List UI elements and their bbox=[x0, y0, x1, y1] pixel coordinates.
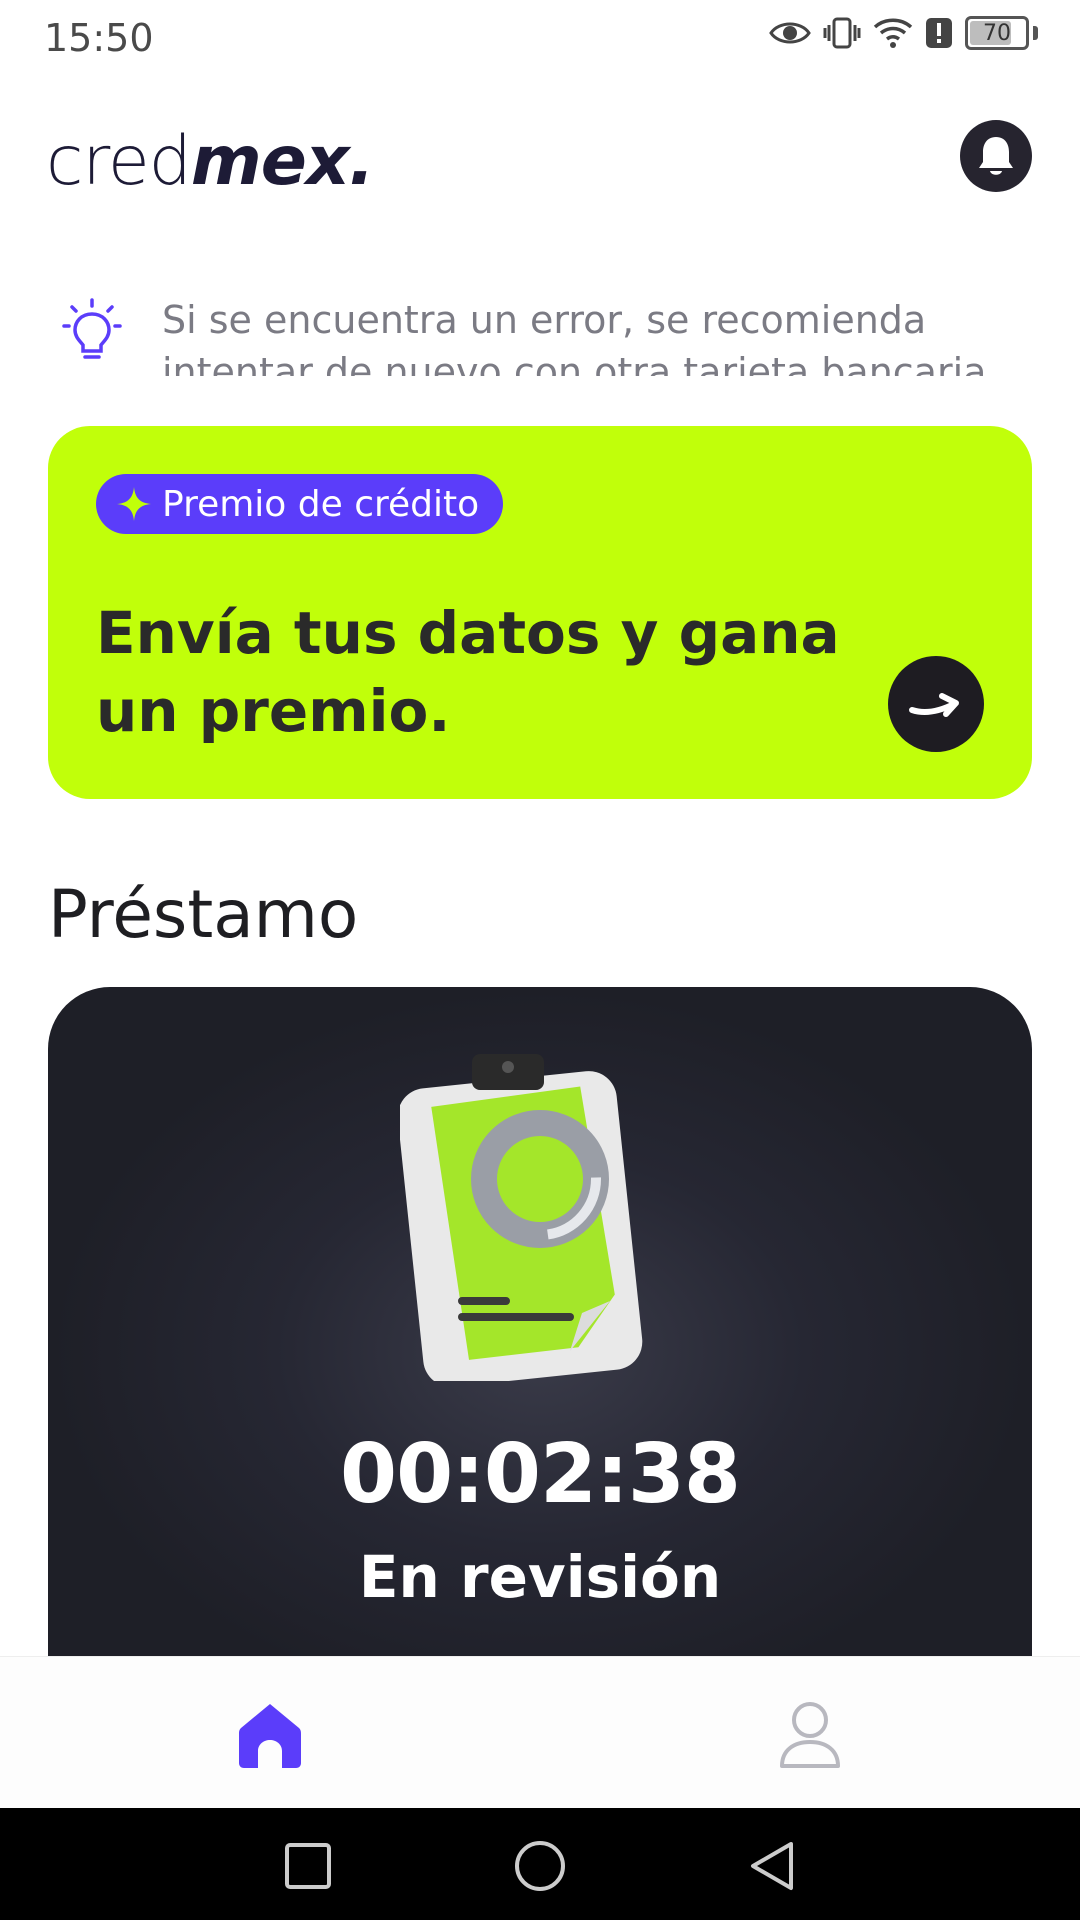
profile-icon bbox=[780, 1702, 840, 1768]
lightbulb-icon bbox=[62, 298, 122, 369]
app-logo: credmex. bbox=[46, 122, 375, 201]
circle-icon bbox=[515, 1841, 565, 1891]
alert-icon bbox=[925, 17, 953, 49]
clipboard-illustration bbox=[400, 1054, 643, 1381]
home-button[interactable] bbox=[510, 1836, 570, 1896]
recents-button[interactable] bbox=[278, 1836, 338, 1896]
sparkle-icon bbox=[117, 487, 151, 521]
app-header: credmex. bbox=[0, 76, 1080, 236]
tip-banner: Si se encuentra un error, se recomienda … bbox=[62, 290, 1032, 376]
notifications-button[interactable] bbox=[960, 120, 1032, 192]
battery-level: 70 bbox=[983, 20, 1011, 46]
nav-profile-button[interactable] bbox=[770, 1695, 850, 1775]
nav-home-button[interactable] bbox=[230, 1695, 310, 1775]
loan-status-card[interactable]: 00:02:38 En revisión bbox=[48, 987, 1032, 1687]
vibrate-icon bbox=[823, 17, 861, 49]
triangle-back-icon bbox=[751, 1842, 793, 1890]
home-icon bbox=[239, 1704, 301, 1768]
bell-icon bbox=[979, 137, 1013, 175]
eye-icon bbox=[769, 18, 811, 48]
loan-section-title: Préstamo bbox=[48, 876, 359, 953]
tip-text: Si se encuentra un error, se recomienda … bbox=[162, 298, 987, 376]
back-button[interactable] bbox=[742, 1836, 802, 1896]
battery-icon: 70 bbox=[965, 16, 1029, 50]
promo-card[interactable]: Premio de crédito Envía tus datos y gana… bbox=[48, 426, 1032, 799]
status-time: 15:50 bbox=[44, 16, 154, 60]
bottom-navigation bbox=[0, 1656, 1080, 1808]
square-icon bbox=[285, 1843, 331, 1889]
review-timer: 00:02:38 bbox=[340, 1427, 741, 1522]
promo-title: Envía tus datos y gana un premio. bbox=[96, 599, 840, 745]
arrow-right-icon bbox=[909, 693, 959, 717]
system-navigation-bar bbox=[0, 1808, 1080, 1920]
promo-badge-label: Premio de crédito bbox=[162, 483, 480, 525]
status-bar: 15:50 70 bbox=[0, 0, 1080, 76]
loan-status-label: En revisión bbox=[358, 1543, 722, 1611]
wifi-icon bbox=[873, 17, 913, 49]
status-icons: 70 bbox=[769, 16, 1038, 50]
promo-badge: Premio de crédito bbox=[96, 474, 504, 534]
promo-arrow-button[interactable] bbox=[888, 656, 984, 752]
